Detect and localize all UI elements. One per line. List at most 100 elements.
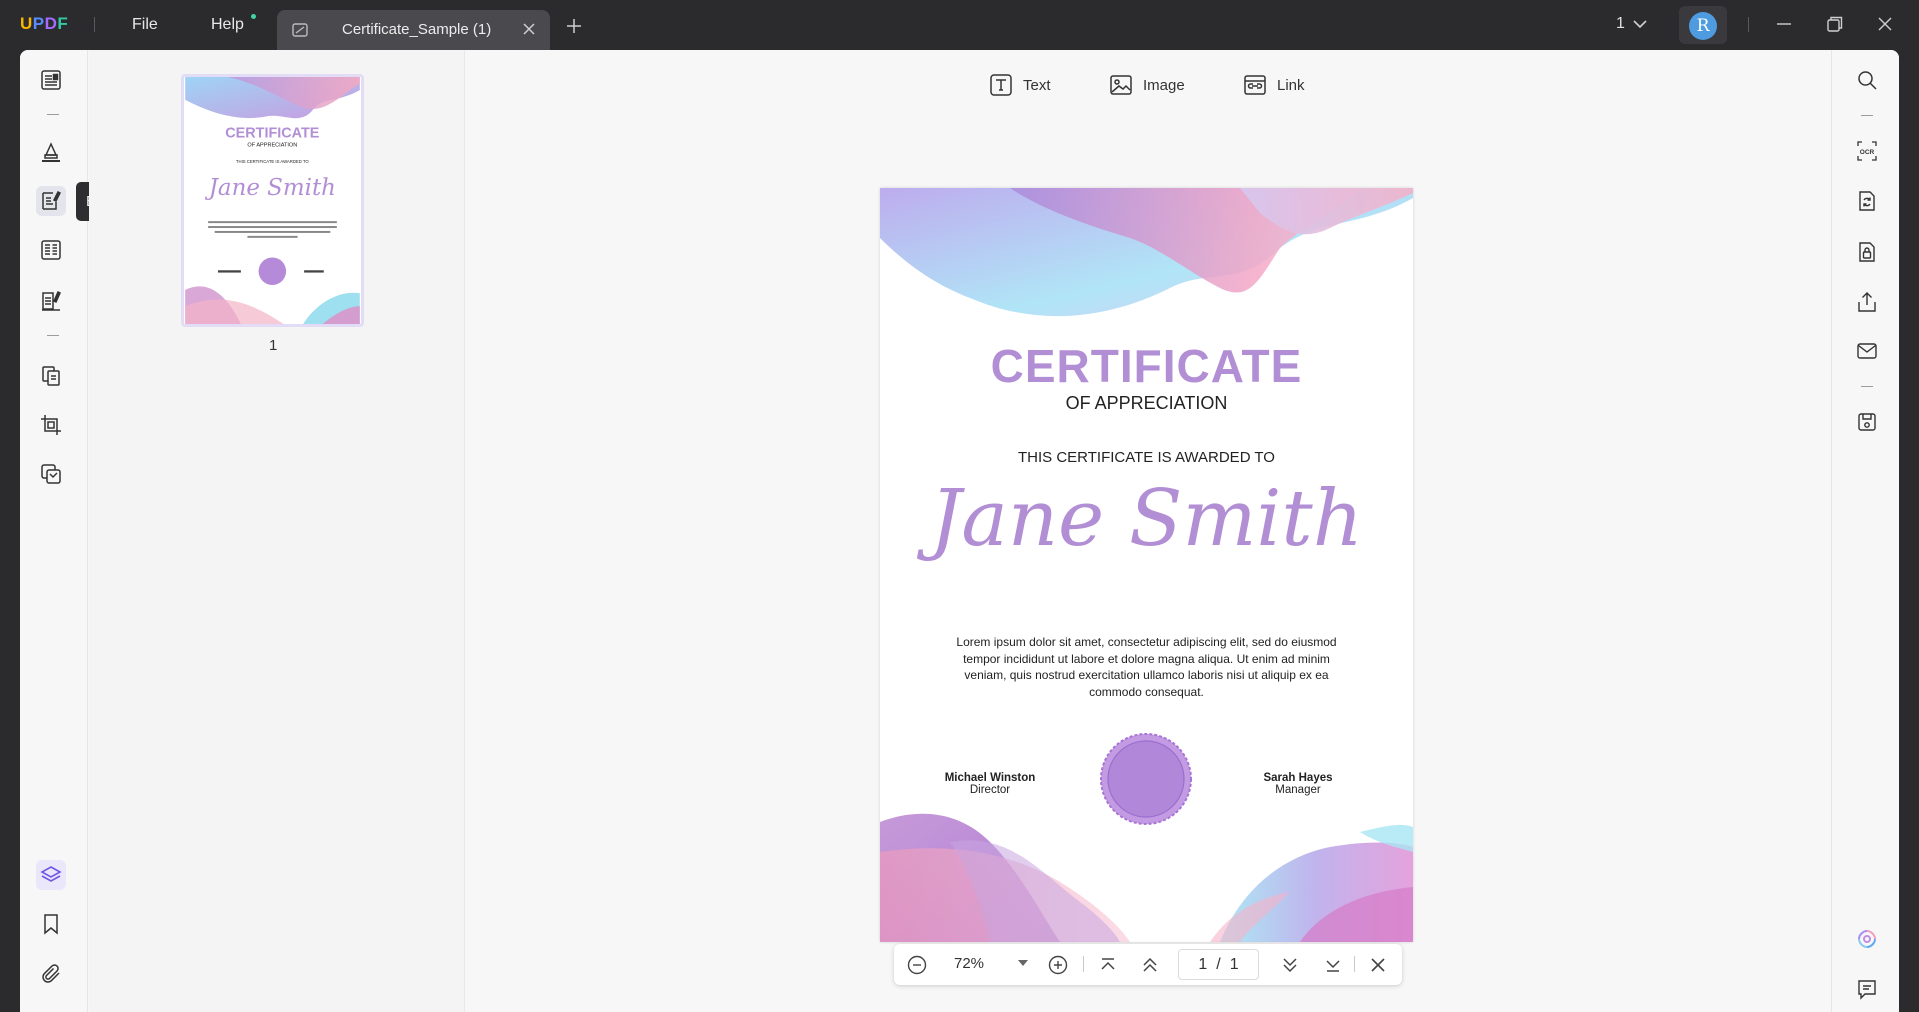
recipient-name[interactable]: Jane Smith bbox=[880, 474, 1413, 564]
svg-text:OCR: OCR bbox=[1860, 149, 1875, 156]
form-mode-button[interactable] bbox=[36, 235, 66, 265]
close-nav-icon[interactable] bbox=[1367, 954, 1389, 976]
save-icon bbox=[1858, 413, 1876, 431]
page-indicator-value: 1 bbox=[1616, 15, 1625, 32]
lock-document-icon bbox=[1859, 242, 1875, 262]
close-window-icon[interactable] bbox=[1875, 14, 1895, 34]
logo-letter-p: P bbox=[32, 14, 45, 33]
certificate-body-text[interactable]: Lorem ipsum dolor sit amet, consectetur … bbox=[946, 634, 1347, 700]
last-page-icon[interactable] bbox=[1322, 954, 1344, 976]
title-bar: U P D F File Help Certificate_Sample (1)… bbox=[0, 0, 1919, 50]
current-page: 1 bbox=[1198, 955, 1208, 973]
bottom-wave-decoration bbox=[880, 813, 1413, 942]
signer-left-name: Michael Winston bbox=[944, 772, 1036, 784]
next-page-icon[interactable] bbox=[1279, 954, 1301, 976]
new-tab-icon[interactable] bbox=[565, 17, 583, 35]
signer-right[interactable]: Sarah Hayes Manager bbox=[1223, 772, 1373, 796]
svg-text:OF APPRECIATION: OF APPRECIATION bbox=[247, 142, 297, 148]
top-wave-decoration bbox=[880, 188, 1413, 317]
add-image-button[interactable]: Image bbox=[1109, 70, 1185, 100]
restore-icon[interactable] bbox=[1825, 14, 1845, 34]
page-thumbnail[interactable]: CERTIFICATE OF APPRECIATION THIS CERTIFI… bbox=[181, 74, 364, 327]
protect-button[interactable] bbox=[1854, 239, 1880, 265]
mail-icon bbox=[1857, 343, 1877, 359]
page-navigation-bar: 72% 1 / 1 bbox=[894, 944, 1402, 985]
rail-divider bbox=[1861, 115, 1873, 116]
paperclip-icon bbox=[42, 964, 60, 983]
page-number-input[interactable]: 1 / 1 bbox=[1178, 949, 1259, 980]
pages-icon bbox=[42, 366, 60, 386]
certificate-title[interactable]: CERTIFICATE bbox=[880, 339, 1413, 393]
comments-list-button[interactable] bbox=[1854, 976, 1880, 1002]
zoom-out-icon[interactable] bbox=[906, 954, 928, 976]
highlighter-icon bbox=[42, 142, 60, 162]
logo-letter-d: D bbox=[44, 14, 58, 33]
left-tool-rail: Edit PDF bbox=[20, 50, 157, 1012]
svg-text:CERTIFICATE: CERTIFICATE bbox=[225, 126, 320, 142]
crop-icon bbox=[41, 415, 61, 435]
layers-button[interactable] bbox=[36, 860, 66, 890]
help-menu[interactable]: Help bbox=[211, 16, 244, 34]
file-menu[interactable]: File bbox=[132, 16, 158, 34]
add-link-label: Link bbox=[1277, 76, 1305, 94]
thumbnail-preview: CERTIFICATE OF APPRECIATION THIS CERTIFI… bbox=[185, 77, 360, 324]
reader-icon bbox=[41, 70, 61, 90]
comment-mode-button[interactable] bbox=[36, 137, 66, 167]
sign-mode-button[interactable] bbox=[36, 286, 66, 316]
layers-icon bbox=[40, 866, 62, 882]
zoom-in-icon[interactable] bbox=[1047, 954, 1069, 976]
logo-letter-f: F bbox=[57, 14, 69, 33]
right-tool-rail: OCR bbox=[1831, 50, 1899, 1012]
thumbnail-panel: CERTIFICATE OF APPRECIATION THIS CERTIFI… bbox=[89, 50, 465, 1012]
page-tools-button[interactable] bbox=[36, 459, 66, 489]
titlebar-divider bbox=[94, 17, 95, 32]
logo-letter-u: U bbox=[20, 14, 33, 33]
bookmarks-button[interactable] bbox=[36, 909, 66, 939]
rail-divider bbox=[1861, 386, 1873, 387]
signer-left[interactable]: Michael Winston Director bbox=[915, 772, 1065, 796]
certificate-subtitle[interactable]: OF APPRECIATION bbox=[880, 393, 1413, 414]
rail-divider bbox=[47, 335, 59, 336]
ai-assistant-button[interactable] bbox=[1854, 926, 1880, 952]
reader-mode-button[interactable] bbox=[36, 65, 66, 95]
user-account-button[interactable]: R bbox=[1679, 6, 1727, 44]
save-button[interactable] bbox=[1854, 409, 1880, 435]
add-link-button[interactable]: Link bbox=[1243, 70, 1305, 100]
search-icon bbox=[1858, 71, 1877, 90]
close-tab-icon[interactable] bbox=[520, 20, 538, 38]
updf-logo: U P D F bbox=[20, 14, 68, 34]
organize-pages-button[interactable] bbox=[36, 361, 66, 391]
ocr-button[interactable]: OCR bbox=[1854, 138, 1880, 164]
zoom-dropdown-caret[interactable] bbox=[1018, 960, 1028, 966]
total-pages: 1 bbox=[1229, 955, 1239, 973]
edit-pdf-icon bbox=[42, 190, 62, 210]
convert-icon bbox=[1859, 191, 1875, 211]
attachments-button[interactable] bbox=[36, 959, 66, 989]
convert-button[interactable] bbox=[1854, 188, 1880, 214]
signer-left-role: Director bbox=[969, 784, 1011, 796]
text-icon bbox=[990, 74, 1012, 96]
svg-text:Jane Smith: Jane Smith bbox=[205, 175, 336, 201]
zoom-level[interactable]: 72% bbox=[954, 955, 984, 972]
comment-icon bbox=[1858, 980, 1876, 1000]
rail-divider bbox=[47, 114, 59, 115]
awarded-to-text[interactable]: THIS CERTIFICATE IS AWARDED TO bbox=[880, 449, 1413, 466]
search-button[interactable] bbox=[1854, 67, 1880, 93]
avatar: R bbox=[1689, 12, 1717, 40]
email-button[interactable] bbox=[1854, 338, 1880, 364]
bookmark-icon bbox=[44, 914, 58, 935]
share-button[interactable] bbox=[1854, 289, 1880, 315]
document-tab[interactable]: Certificate_Sample (1) bbox=[277, 10, 550, 50]
workspace: Edit PDF bbox=[20, 50, 1899, 1012]
document-page[interactable]: CERTIFICATE OF APPRECIATION THIS CERTIFI… bbox=[880, 188, 1413, 942]
add-text-button[interactable]: Text bbox=[989, 70, 1051, 100]
minimize-icon[interactable] bbox=[1774, 14, 1794, 34]
crop-pages-button[interactable] bbox=[36, 410, 66, 440]
form-icon bbox=[41, 240, 61, 260]
page-indicator-dropdown[interactable]: 1 bbox=[1616, 15, 1647, 33]
edit-pdf-button[interactable] bbox=[36, 186, 66, 216]
ocr-icon: OCR bbox=[1857, 141, 1877, 161]
add-image-label: Image bbox=[1143, 76, 1185, 94]
first-page-icon[interactable] bbox=[1097, 954, 1119, 976]
previous-page-icon[interactable] bbox=[1139, 954, 1161, 976]
